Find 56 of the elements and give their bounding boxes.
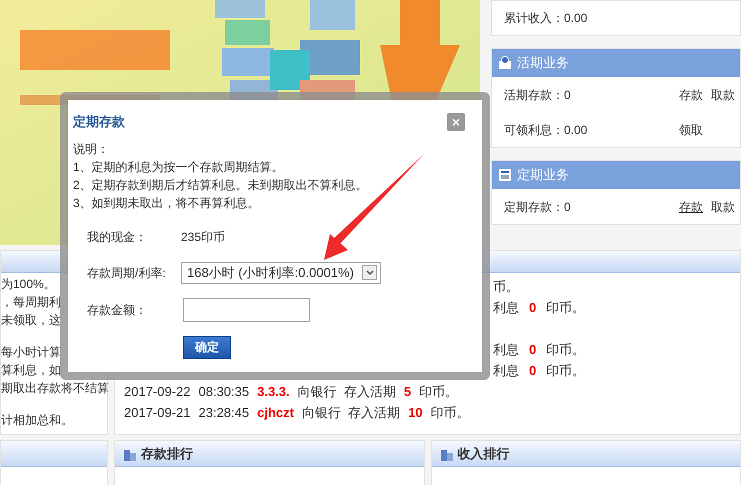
field-label: 定期存款：0 — [504, 198, 572, 216]
log-text: 印币。 — [419, 382, 458, 401]
action-link[interactable]: 领取 — [679, 120, 703, 138]
field-label: 存款周期/利率: — [87, 264, 167, 282]
log-amount: 0 — [529, 298, 536, 317]
log-time: 23:28:45 — [198, 404, 250, 422]
confirm-button[interactable]: 确定 — [183, 336, 231, 358]
log-text: 印币。 — [546, 340, 586, 359]
income-text: 累计收入：0.00 — [504, 10, 588, 27]
dropdown-icon — [362, 265, 377, 280]
log-amount: 10 — [408, 404, 423, 422]
panel-title: 定期业务 — [517, 166, 569, 184]
period-select[interactable]: 168小时 (小时利率:0.0001%) — [181, 262, 381, 284]
log-text: 利息 — [493, 340, 519, 359]
field-label: 活期存款：0 — [504, 86, 572, 104]
note-text: 1、定期的利息为按一个存款周期结算。 — [73, 158, 285, 176]
note-text: 3、如到期未取出，将不再算利息。 — [73, 194, 261, 212]
rule-text: 算利息，如 — [1, 363, 61, 377]
rule-text: 未领取，这 — [1, 313, 61, 327]
dialog-title: 定期存款 — [73, 113, 125, 131]
log-text: 利息 — [493, 298, 519, 317]
panel-title: 活期业务 — [517, 54, 569, 72]
log-user: 3.3.3. — [257, 382, 290, 401]
log-text: 利息 — [493, 362, 519, 380]
log-time: 08:30:35 — [198, 382, 250, 401]
field-label: 可领利息：0.00 — [504, 122, 588, 138]
amount-field[interactable] — [183, 298, 310, 322]
log-amount: 0 — [529, 362, 536, 380]
rule-text: 期取出存款将不结算 — [1, 381, 109, 395]
log-text: 印币。 — [430, 404, 470, 422]
log-action: 向银行 存入活期 — [302, 404, 400, 422]
log-date: 2017-09-22 — [124, 382, 190, 401]
action-link[interactable]: 取款 — [711, 198, 735, 216]
log-text: 币。 — [493, 278, 519, 296]
log-user: cjhczt — [257, 404, 294, 422]
action-link[interactable]: 存款 — [679, 86, 703, 104]
note-text: 2、定期存款到期后才结算利息。未到期取出不算利息。 — [73, 176, 369, 194]
log-amount: 5 — [404, 382, 412, 401]
panel-title: 存款排行 — [141, 444, 193, 463]
rule-text: 计相加总和。 — [1, 413, 73, 427]
action-link[interactable]: 存款 — [679, 198, 703, 216]
log-action: 向银行 存入活期 — [298, 382, 396, 401]
log-text: 印币。 — [546, 362, 586, 380]
log-amount: 0 — [529, 340, 536, 359]
panel-title: 收入排行 — [458, 444, 510, 463]
rule-text: 为100%。 — [1, 277, 56, 291]
rule-text: 每小时计算 — [1, 345, 61, 359]
cash-value: 235印币 — [181, 228, 226, 246]
field-label: 存款金额： — [87, 302, 148, 318]
log-text: 印币。 — [546, 298, 586, 317]
log-date: 2017-09-21 — [124, 404, 190, 422]
calculator-icon — [498, 168, 512, 182]
notes-title: 说明： — [73, 140, 110, 158]
rule-text: ，每周期利 — [1, 295, 61, 309]
action-link[interactable]: 取款 — [711, 86, 735, 104]
field-label: 我的现金： — [87, 228, 148, 246]
